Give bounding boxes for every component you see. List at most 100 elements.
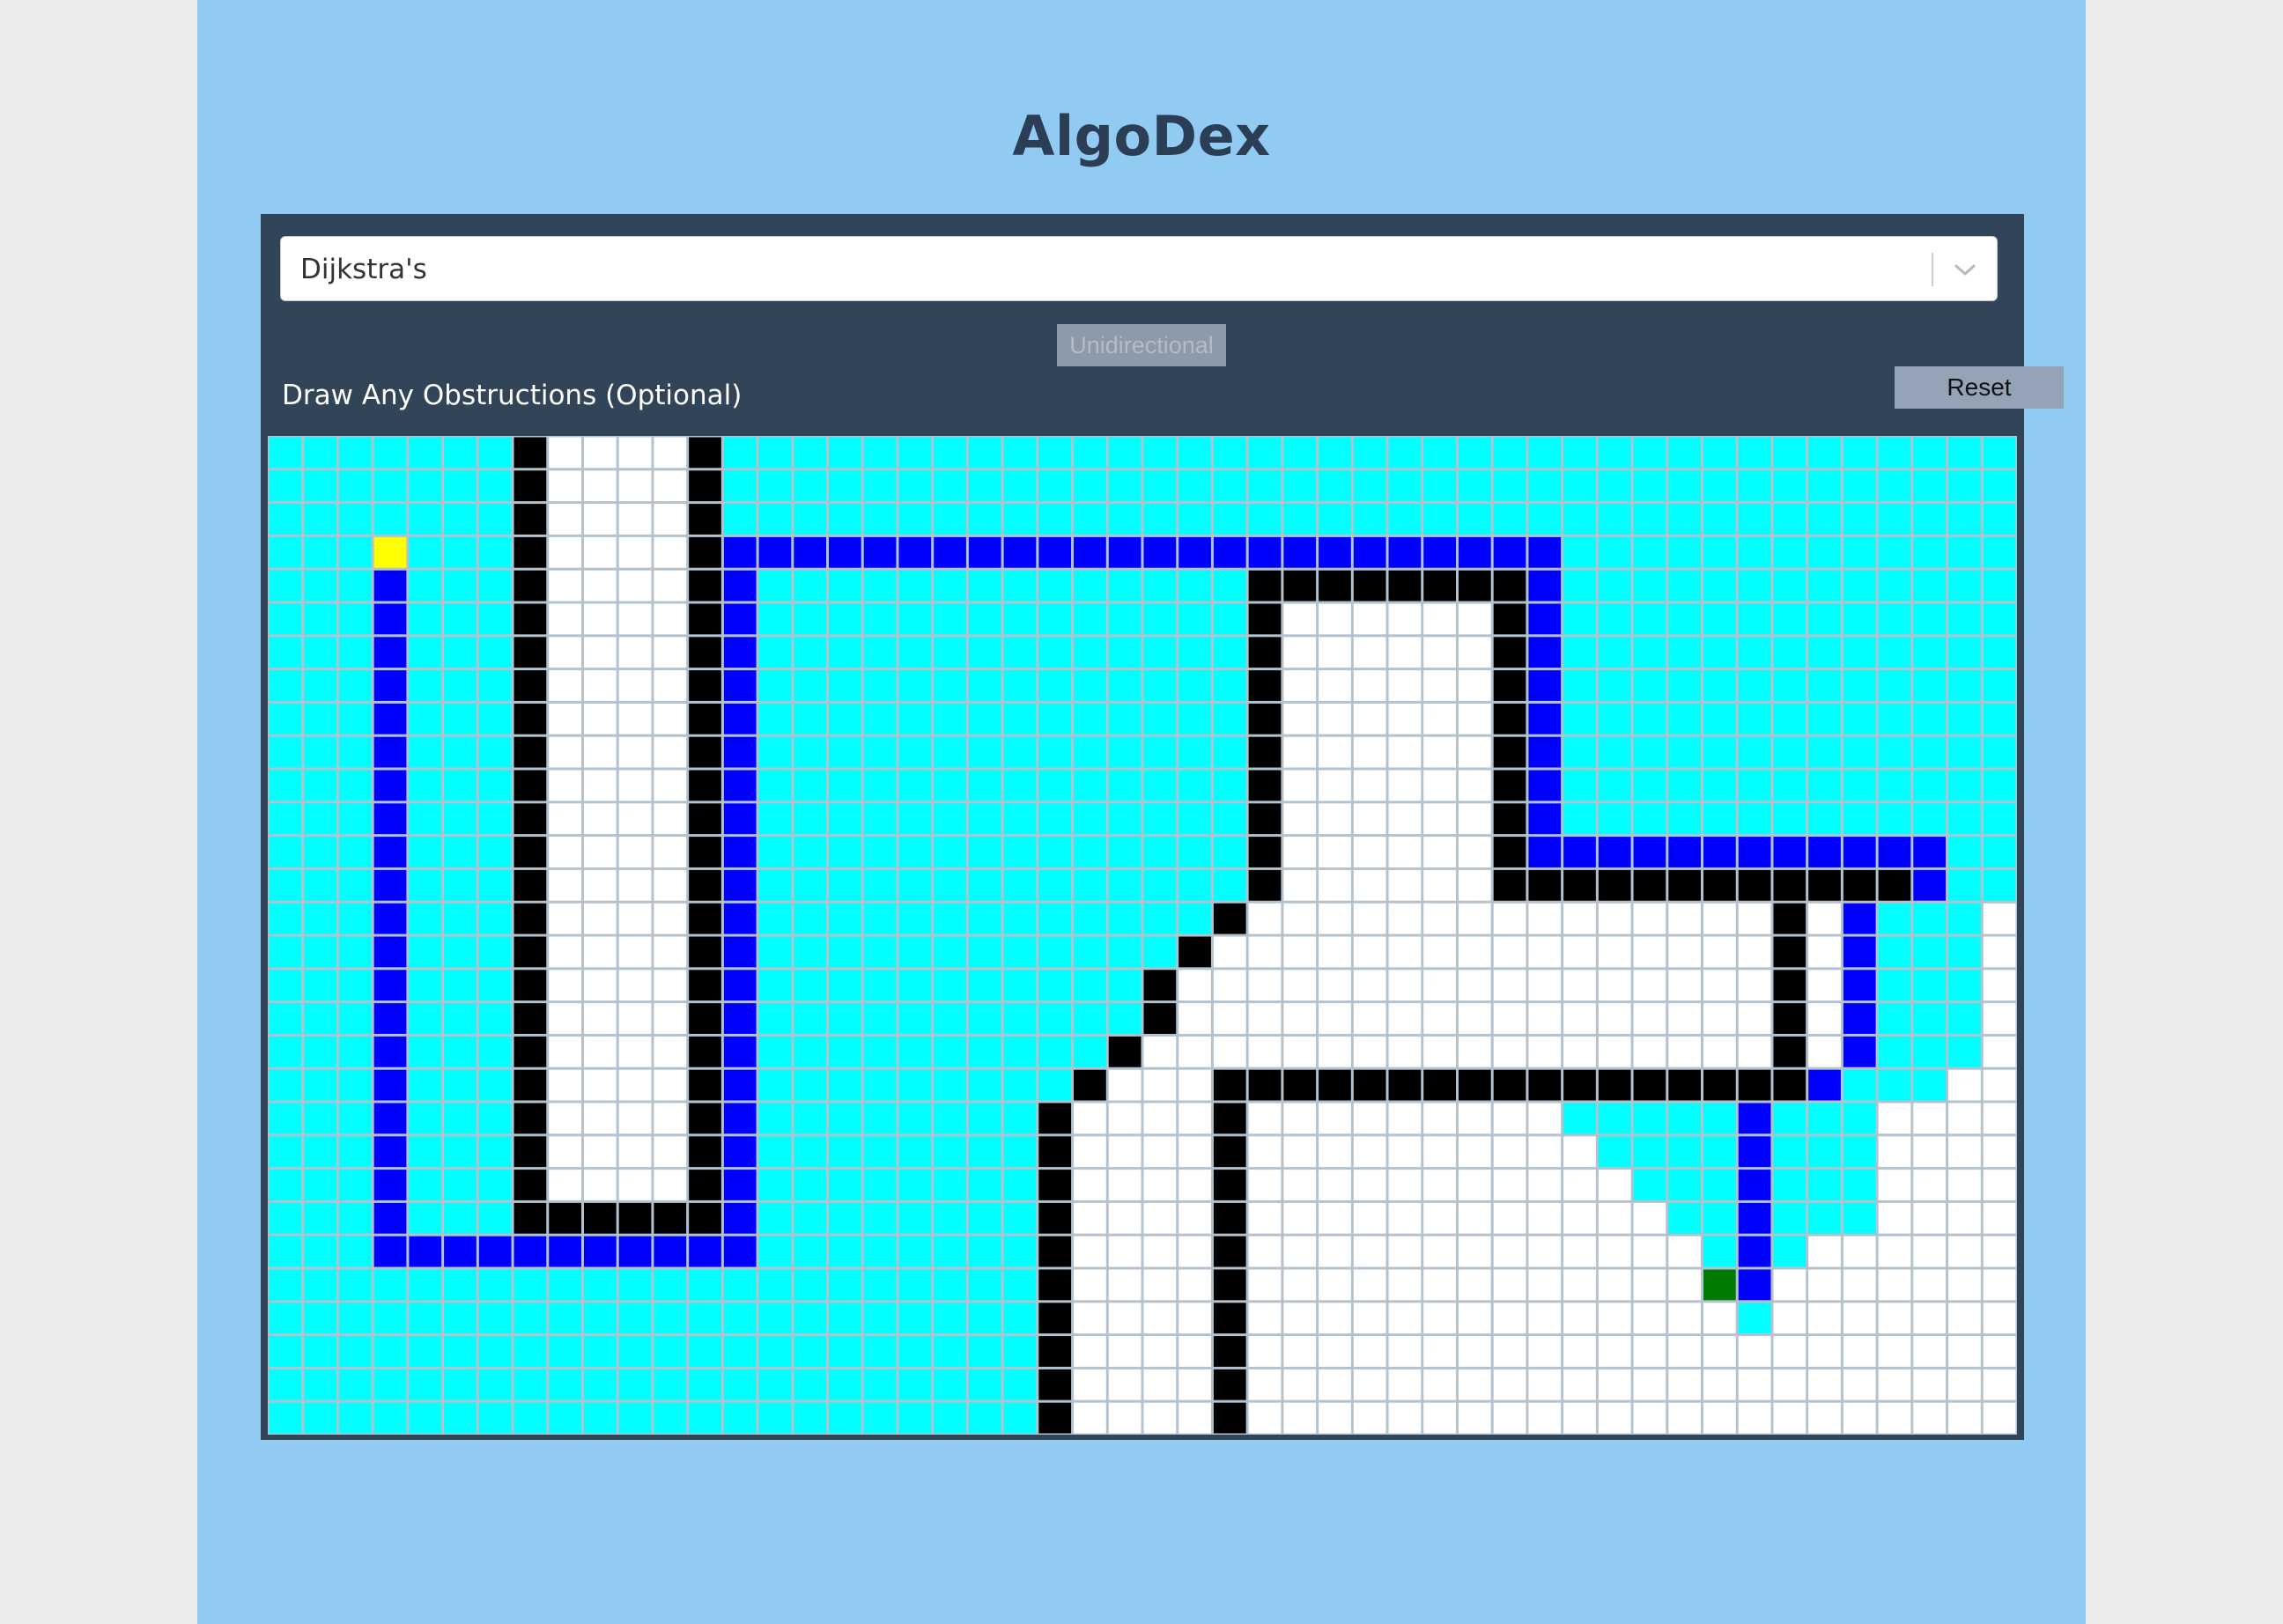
grid-cell-wall[interactable] xyxy=(1038,1136,1072,1168)
grid-cell-empty[interactable] xyxy=(1388,1136,1422,1168)
grid-cell-visited[interactable] xyxy=(1598,736,1631,768)
grid-cell-visited[interactable] xyxy=(1633,470,1666,502)
grid-cell-visited[interactable] xyxy=(1983,437,2016,469)
grid-cell-path[interactable] xyxy=(1738,1103,1771,1134)
grid-cell-visited[interactable] xyxy=(794,637,827,668)
grid-cell-visited[interactable] xyxy=(1074,1036,1106,1067)
grid-cell-visited[interactable] xyxy=(1003,869,1037,901)
grid-cell-visited[interactable] xyxy=(304,803,336,835)
grid-cell-path[interactable] xyxy=(1388,536,1422,568)
grid-cell-visited[interactable] xyxy=(1038,970,1072,1001)
grid-cell-visited[interactable] xyxy=(898,770,932,801)
grid-cell-wall[interactable] xyxy=(1528,869,1562,901)
grid-cell-visited[interactable] xyxy=(304,1003,336,1034)
grid-cell-empty[interactable] xyxy=(1878,1136,1911,1168)
grid-cell-wall[interactable] xyxy=(1038,1336,1072,1367)
grid-cell-visited[interactable] xyxy=(1983,570,2016,602)
grid-cell-empty[interactable] xyxy=(618,570,652,602)
grid-cell-path[interactable] xyxy=(723,936,757,968)
grid-cell-visited[interactable] xyxy=(1913,770,1947,801)
grid-cell-visited[interactable] xyxy=(444,837,477,867)
grid-cell-empty[interactable] xyxy=(1353,1269,1386,1301)
grid-cell-empty[interactable] xyxy=(1108,1369,1142,1400)
grid-cell-visited[interactable] xyxy=(898,504,932,535)
grid-cell-path[interactable] xyxy=(373,1202,407,1234)
grid-cell-empty[interactable] xyxy=(583,504,617,535)
grid-cell-empty[interactable] xyxy=(1703,903,1736,934)
grid-cell-visited[interactable] xyxy=(1143,670,1177,701)
grid-cell-empty[interactable] xyxy=(1108,1069,1142,1101)
grid-cell-visited[interactable] xyxy=(794,603,827,635)
grid-cell-visited[interactable] xyxy=(338,1402,372,1434)
grid-cell-visited[interactable] xyxy=(968,1402,1001,1434)
grid-cell-empty[interactable] xyxy=(1528,1336,1562,1367)
grid-cell-visited[interactable] xyxy=(1773,470,1806,502)
grid-cell-empty[interactable] xyxy=(1319,1402,1351,1434)
grid-cell-visited[interactable] xyxy=(1003,803,1037,835)
grid-cell-wall[interactable] xyxy=(513,470,547,502)
grid-cell-visited[interactable] xyxy=(1074,869,1106,901)
grid-cell-visited[interactable] xyxy=(304,869,336,901)
grid-cell-visited[interactable] xyxy=(898,670,932,701)
grid-cell-visited[interactable] xyxy=(444,936,477,968)
grid-cell-visited[interactable] xyxy=(794,736,827,768)
grid-cell-path[interactable] xyxy=(373,770,407,801)
grid-cell-visited[interactable] xyxy=(444,1103,477,1134)
grid-cell-empty[interactable] xyxy=(1808,1402,1841,1434)
grid-cell-empty[interactable] xyxy=(1353,1036,1386,1067)
grid-cell-visited[interactable] xyxy=(794,1036,827,1067)
grid-cell-visited[interactable] xyxy=(1003,1269,1037,1301)
grid-cell-visited[interactable] xyxy=(1703,536,1736,568)
grid-cell-visited[interactable] xyxy=(1143,437,1177,469)
grid-cell-visited[interactable] xyxy=(758,1202,792,1234)
grid-cell-visited[interactable] xyxy=(618,1336,652,1367)
grid-cell-empty[interactable] xyxy=(1773,1303,1806,1334)
grid-cell-visited[interactable] xyxy=(478,703,512,734)
grid-cell-empty[interactable] xyxy=(654,736,687,768)
grid-cell-visited[interactable] xyxy=(269,1036,302,1067)
grid-cell-visited[interactable] xyxy=(863,770,897,801)
grid-cell-empty[interactable] xyxy=(583,603,617,635)
grid-cell-empty[interactable] xyxy=(1178,1303,1211,1334)
grid-cell-visited[interactable] xyxy=(304,1269,336,1301)
grid-cell-visited[interactable] xyxy=(1843,603,1876,635)
grid-cell-visited[interactable] xyxy=(758,637,792,668)
grid-cell-empty[interactable] xyxy=(1948,1136,1981,1168)
grid-cell-visited[interactable] xyxy=(1878,637,1911,668)
grid-cell-visited[interactable] xyxy=(478,1069,512,1101)
grid-cell-visited[interactable] xyxy=(304,1036,336,1067)
grid-cell-visited[interactable] xyxy=(304,1103,336,1134)
grid-cell-visited[interactable] xyxy=(513,1402,547,1434)
grid-cell-empty[interactable] xyxy=(1878,1336,1911,1367)
grid-cell-path[interactable] xyxy=(1528,570,1562,602)
grid-cell-path[interactable] xyxy=(444,1236,477,1267)
grid-cell-path[interactable] xyxy=(723,1202,757,1234)
grid-cell-path[interactable] xyxy=(1773,837,1806,867)
grid-cell-empty[interactable] xyxy=(654,903,687,934)
grid-cell-visited[interactable] xyxy=(829,670,861,701)
grid-cell-visited[interactable] xyxy=(1808,1202,1841,1234)
grid-cell-visited[interactable] xyxy=(794,470,827,502)
grid-cell-visited[interactable] xyxy=(1843,736,1876,768)
grid-cell-visited[interactable] xyxy=(1878,1069,1911,1101)
grid-cell-visited[interactable] xyxy=(898,703,932,734)
grid-cell-visited[interactable] xyxy=(1948,603,1981,635)
grid-cell-empty[interactable] xyxy=(1528,1202,1562,1234)
grid-cell-wall[interactable] xyxy=(1108,1036,1142,1067)
grid-cell-visited[interactable] xyxy=(1038,1036,1072,1067)
grid-cell-visited[interactable] xyxy=(1213,637,1246,668)
grid-cell-visited[interactable] xyxy=(338,1103,372,1134)
grid-cell-empty[interactable] xyxy=(1108,1269,1142,1301)
grid-cell-visited[interactable] xyxy=(1983,736,2016,768)
grid-cell-visited[interactable] xyxy=(409,1136,442,1168)
grid-cell-visited[interactable] xyxy=(968,1202,1001,1234)
grid-cell-empty[interactable] xyxy=(1808,970,1841,1001)
grid-cell-visited[interactable] xyxy=(1808,504,1841,535)
grid-cell-wall[interactable] xyxy=(1319,1069,1351,1101)
grid-cell-empty[interactable] xyxy=(1074,1202,1106,1234)
grid-cell-path[interactable] xyxy=(1074,536,1106,568)
grid-cell-empty[interactable] xyxy=(1878,1402,1911,1434)
grid-cell-visited[interactable] xyxy=(723,1269,757,1301)
reset-button[interactable]: Reset xyxy=(1895,366,2064,409)
grid-cell-wall[interactable] xyxy=(513,1136,547,1168)
